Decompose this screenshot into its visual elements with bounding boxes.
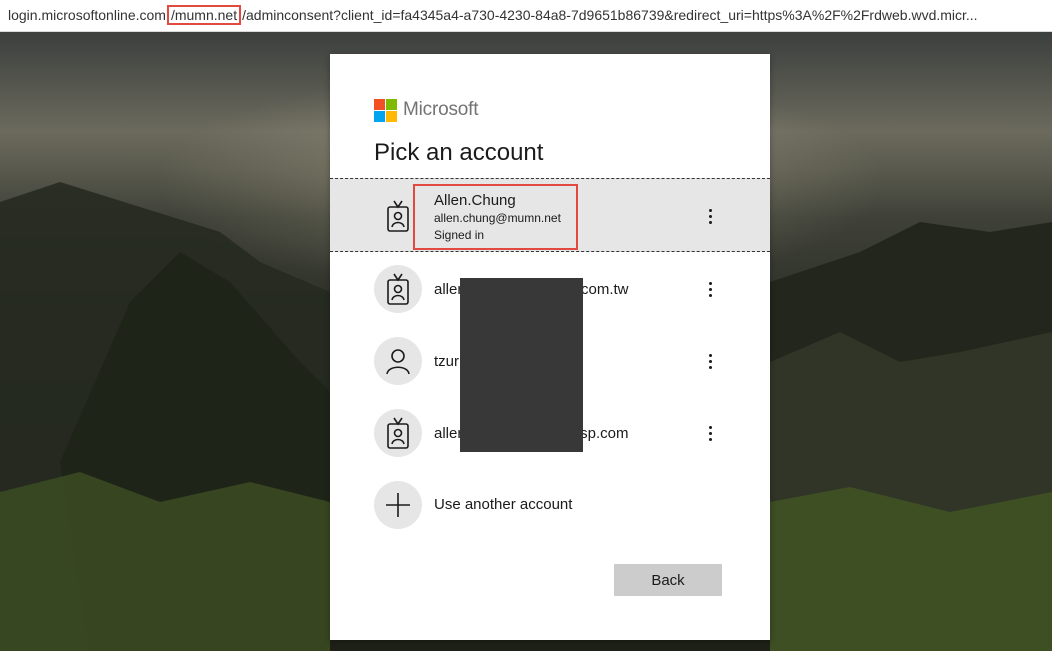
account-label-start: aller <box>434 281 463 298</box>
more-options-icon[interactable] <box>702 422 718 444</box>
more-options-icon[interactable] <box>702 278 718 300</box>
person-icon <box>374 337 422 385</box>
plus-icon <box>374 481 422 529</box>
url-suffix: /adminconsent?client_id=fa4345a4-a730-42… <box>242 7 978 23</box>
page-title: Pick an account <box>374 139 544 166</box>
url-prefix: login.microsoftonline.com <box>8 7 166 23</box>
account-label-start: aller <box>434 425 463 442</box>
url-highlight: /mumn.net <box>166 5 242 25</box>
redaction-block <box>460 278 583 452</box>
badge-icon <box>374 265 422 313</box>
highlight-box <box>413 184 578 250</box>
microsoft-logo: Microsoft <box>374 98 478 122</box>
account-label-start: tzur <box>434 353 460 370</box>
use-another-account-item[interactable]: Use another account <box>330 468 770 542</box>
account-label-end: com.tw <box>581 281 629 298</box>
more-options-icon[interactable] <box>702 350 718 372</box>
address-bar[interactable]: login.microsoftonline.com/mumn.net/admin… <box>0 0 1052 32</box>
back-button[interactable]: Back <box>614 564 722 596</box>
brand-name: Microsoft <box>403 99 479 120</box>
use-another-account-label: Use another account <box>434 496 573 513</box>
account-picker-card: Microsoft Pick an account Allen.Chung al… <box>330 54 770 640</box>
microsoft-squares-icon <box>374 98 397 122</box>
account-label-end: tsp.com <box>576 425 629 442</box>
more-options-icon[interactable] <box>702 205 718 227</box>
badge-icon <box>374 409 422 457</box>
